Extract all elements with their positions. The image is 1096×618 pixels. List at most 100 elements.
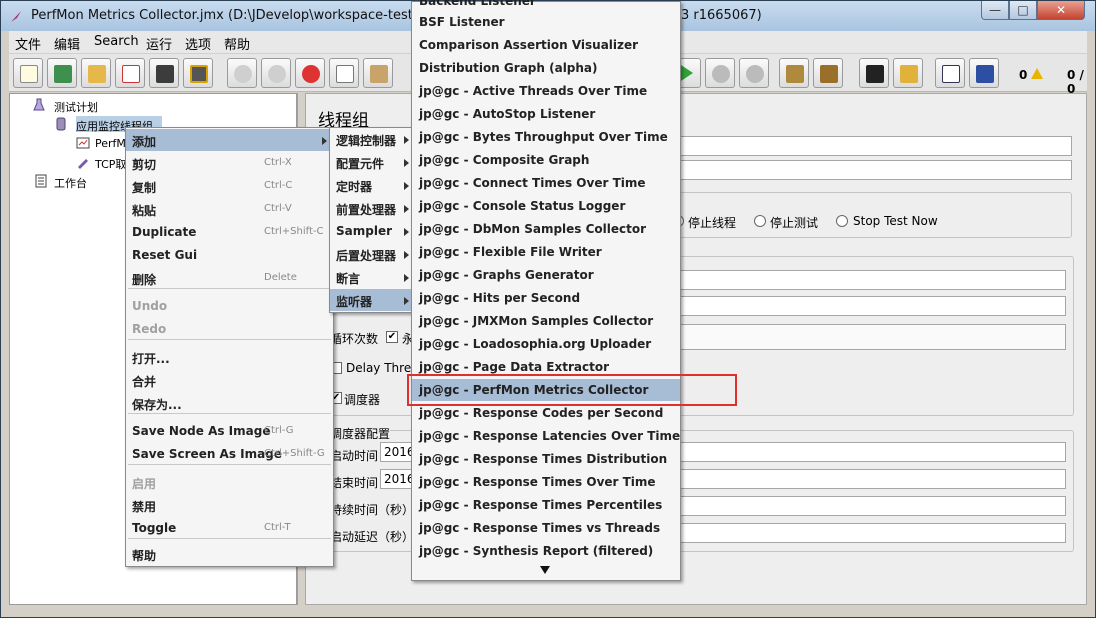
listener-item-comparison-assertion-visualizer[interactable]: Comparison Assertion Visualizer [412, 34, 680, 56]
context-menu-item-禁用[interactable]: 禁用 [126, 494, 333, 516]
chart-icon [76, 137, 90, 149]
listener-item-jp-gc-graphs-generator[interactable]: jp@gc - Graphs Generator [412, 264, 680, 286]
scroll-down-icon[interactable] [540, 566, 550, 574]
listener-item-jp-gc-loadosophia-org-uploader[interactable]: jp@gc - Loadosophia.org Uploader [412, 333, 680, 355]
context-menu-item-toggle[interactable]: Toggle Ctrl-T [126, 517, 333, 539]
add-submenu-item-5[interactable]: 后置处理器 [330, 243, 414, 265]
listener-item-jp-gc-connect-times-over-time[interactable]: jp@gc - Connect Times Over Time [412, 172, 680, 194]
menu-edit[interactable]: 编辑 [54, 34, 80, 53]
clear-button[interactable] [779, 58, 809, 88]
tree-node-workbench[interactable]: 工作台 [54, 175, 87, 191]
startup-delay-field[interactable] [678, 523, 1066, 543]
listener-item-jp-gc-response-latencies-over-time[interactable]: jp@gc - Response Latencies Over Time [412, 425, 680, 447]
threads-field[interactable] [678, 270, 1066, 290]
menu-search[interactable]: Search [94, 34, 139, 49]
undo-button[interactable] [227, 58, 257, 88]
add-submenu-item-0[interactable]: 逻辑控制器 [330, 128, 414, 150]
context-menu-item-添加[interactable]: 添加 [126, 129, 333, 151]
help-icon [976, 65, 994, 83]
context-menu-item-保存为[interactable]: 保存为... [126, 392, 333, 414]
listener-item-bsf-listener[interactable]: BSF Listener [412, 11, 680, 33]
menu-item-shortcut: Ctrl-C [264, 180, 293, 191]
context-menu-item-save-node-as-image[interactable]: Save Node As Image Ctrl-G [126, 420, 333, 442]
scheduler-label: 调度器 [344, 393, 381, 407]
listener-item-jp-gc-response-times-distribution[interactable]: jp@gc - Response Times Distribution [412, 448, 680, 470]
save-button[interactable] [149, 58, 179, 88]
broom-all-icon [820, 65, 838, 83]
add-submenu-item-2[interactable]: 定时器 [330, 174, 414, 196]
radio-stop-test[interactable] [754, 215, 766, 227]
open-button[interactable] [81, 58, 111, 88]
startup-delay-label: 启动延迟（秒） [330, 530, 415, 544]
menu-item-label: jp@gc - Response Times Percentiles [419, 498, 663, 512]
pipette-icon [78, 159, 88, 169]
search-button[interactable] [859, 58, 889, 88]
new-button[interactable] [13, 58, 43, 88]
reset-search-button[interactable] [893, 58, 923, 88]
listener-item-jp-gc-bytes-throughput-over-time[interactable]: jp@gc - Bytes Throughput Over Time [412, 126, 680, 148]
redo-button[interactable] [261, 58, 291, 88]
clear-all-button[interactable] [813, 58, 843, 88]
comments-field[interactable] [678, 160, 1072, 180]
help-button[interactable] [969, 58, 999, 88]
paste-button[interactable] [363, 58, 393, 88]
listener-item-distribution-graph-alpha[interactable]: Distribution Graph (alpha) [412, 57, 680, 79]
menu-item-shortcut: Ctrl-X [264, 157, 292, 168]
add-submenu-item-4[interactable]: Sampler [330, 220, 414, 242]
context-menu-item-reset-gui[interactable]: Reset Gui [126, 244, 333, 266]
copy-button[interactable] [329, 58, 359, 88]
menu-file[interactable]: 文件 [15, 34, 41, 53]
listener-item-jp-gc-dbmon-samples-collector[interactable]: jp@gc - DbMon Samples Collector [412, 218, 680, 240]
listener-item-jp-gc-active-threads-over-time[interactable]: jp@gc - Active Threads Over Time [412, 80, 680, 102]
add-submenu-item-1[interactable]: 配置元件 [330, 151, 414, 173]
ramp-up-field[interactable] [678, 296, 1066, 316]
menu-options[interactable]: 选项 [185, 34, 211, 53]
tree-node-test-plan[interactable]: 测试计划 [54, 99, 98, 115]
function-helper-button[interactable] [935, 58, 965, 88]
save-as-button[interactable] [183, 58, 213, 88]
add-submenu-item-7[interactable]: 监听器 [330, 289, 414, 311]
context-menu-item-粘贴[interactable]: 粘贴 Ctrl-V [126, 198, 333, 220]
listener-item-jp-gc-jmxmon-samples-collector[interactable]: jp@gc - JMXMon Samples Collector [412, 310, 680, 332]
duration-field[interactable] [678, 496, 1066, 516]
templates-button[interactable] [47, 58, 77, 88]
radio-stop-thread-label: 停止线程 [688, 216, 737, 230]
menu-item-label: jp@gc - Page Data Extractor [419, 360, 609, 374]
listener-item-jp-gc-response-times-percentiles[interactable]: jp@gc - Response Times Percentiles [412, 494, 680, 516]
menu-help[interactable]: 帮助 [224, 34, 250, 53]
forever-checkbox[interactable]: ✔ [386, 331, 398, 343]
context-menu-item-剪切[interactable]: 剪切 Ctrl-X [126, 152, 333, 174]
listener-item-jp-gc-response-times-vs-threads[interactable]: jp@gc - Response Times vs Threads [412, 517, 680, 539]
listener-item-jp-gc-composite-graph[interactable]: jp@gc - Composite Graph [412, 149, 680, 171]
remote-start-button[interactable] [705, 58, 735, 88]
context-menu-item-打开[interactable]: 打开... [126, 346, 333, 368]
cut-button[interactable] [295, 58, 325, 88]
add-submenu-item-3[interactable]: 前置处理器 [330, 197, 414, 219]
add-submenu-item-6[interactable]: 断言 [330, 266, 414, 288]
minimize-button[interactable]: — [981, 1, 1009, 20]
name-field[interactable] [678, 136, 1072, 156]
radio-stop-test-now[interactable] [836, 215, 848, 227]
context-menu-item-删除[interactable]: 删除 Delete [126, 267, 333, 289]
context-menu-item-帮助[interactable]: 帮助 [126, 543, 333, 565]
listener-item-jp-gc-hits-per-second[interactable]: jp@gc - Hits per Second [412, 287, 680, 309]
listener-item-jp-gc-autostop-listener[interactable]: jp@gc - AutoStop Listener [412, 103, 680, 125]
context-menu-item-复制[interactable]: 复制 Ctrl-C [126, 175, 333, 197]
menu-run[interactable]: 运行 [146, 34, 172, 53]
context-menu-item-duplicate[interactable]: Duplicate Ctrl+Shift-C [126, 221, 333, 243]
close-button[interactable]: ✕ [1037, 1, 1085, 20]
list-icon [942, 65, 960, 83]
context-menu-item-合并[interactable]: 合并 [126, 369, 333, 391]
listener-item-jp-gc-synthesis-report-filtered[interactable]: jp@gc - Synthesis Report (filtered) [412, 540, 680, 562]
remote-stop-button[interactable] [739, 58, 769, 88]
context-menu-item-redo: Redo [126, 318, 333, 340]
listener-item-jp-gc-response-times-over-time[interactable]: jp@gc - Response Times Over Time [412, 471, 680, 493]
listener-item-jp-gc-console-status-logger[interactable]: jp@gc - Console Status Logger [412, 195, 680, 217]
listener-item-jp-gc-flexible-file-writer[interactable]: jp@gc - Flexible File Writer [412, 241, 680, 263]
maximize-button[interactable]: □ [1009, 1, 1037, 20]
submenu-arrow-icon [322, 137, 327, 145]
context-menu-item-save-screen-as-image[interactable]: Save Screen As Image Ctrl+Shift-G [126, 443, 333, 465]
close-file-button[interactable] [115, 58, 145, 88]
tree-node-tcp[interactable]: TCP取 [95, 156, 126, 172]
loop-count-field[interactable] [678, 324, 1066, 350]
